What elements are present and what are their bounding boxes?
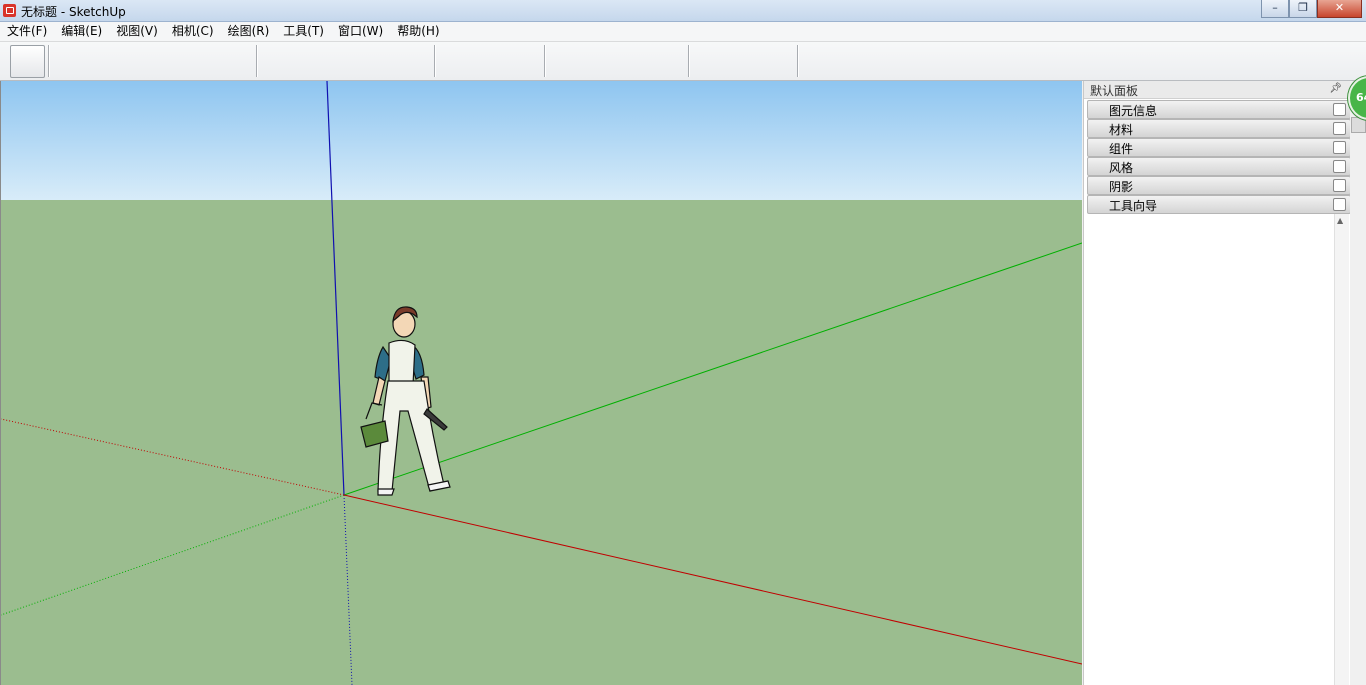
tray-section-label: 风格 — [1109, 161, 1134, 175]
ground-plane — [1, 200, 1082, 685]
menu-file[interactable]: 文件(F) — [0, 22, 54, 41]
badge-text: 64 — [1356, 91, 1366, 104]
menu-help[interactable]: 帮助(H) — [390, 22, 446, 41]
tray-scrollbar[interactable]: ▲ — [1334, 214, 1349, 685]
toolbar-select-button[interactable] — [10, 45, 45, 78]
window-controls: – ❐ ✕ — [1261, 0, 1362, 18]
toolbar-separator — [48, 45, 49, 77]
tray-section-shadows[interactable]: 阴影 — [1087, 176, 1351, 195]
menu-edit[interactable]: 编辑(E) — [54, 22, 109, 41]
tray-section-toggle[interactable] — [1333, 160, 1346, 173]
close-icon: ✕ — [1334, 1, 1345, 14]
toolbar-separator — [688, 45, 689, 77]
tray-section-instructor[interactable]: 工具向导 — [1087, 195, 1351, 214]
minimize-button[interactable]: – — [1261, 0, 1289, 18]
maximize-icon: ❐ — [1298, 1, 1308, 14]
maximize-button[interactable]: ❐ — [1289, 0, 1317, 18]
tray-section-styles[interactable]: 风格 — [1087, 157, 1351, 176]
minimize-icon: – — [1272, 1, 1278, 14]
tray-section-entity-info[interactable]: 图元信息 — [1087, 100, 1351, 119]
tray-section-toggle[interactable] — [1333, 198, 1346, 211]
close-button[interactable]: ✕ — [1317, 0, 1362, 18]
tray-section-materials[interactable]: 材料 — [1087, 119, 1351, 138]
tray-section-label: 材料 — [1109, 123, 1134, 137]
tray-section-toggle[interactable] — [1333, 103, 1346, 116]
menu-view[interactable]: 视图(V) — [109, 22, 165, 41]
title-bar: 无标题 - SketchUp – ❐ ✕ — [0, 0, 1366, 22]
sketchup-logo-icon[interactable] — [3, 4, 16, 17]
tray-title: 默认面板 — [1090, 84, 1139, 98]
menu-tools[interactable]: 工具(T) — [276, 22, 331, 41]
window-title: 无标题 - SketchUp — [21, 5, 126, 19]
tray-section-label: 阴影 — [1109, 180, 1134, 194]
toolbar-separator — [797, 45, 798, 77]
window-scrollbar[interactable] — [1350, 81, 1366, 685]
tray-section-label: 组件 — [1109, 142, 1134, 156]
pin-icon[interactable]: 📌︎ — [1329, 83, 1342, 94]
menu-window[interactable]: 窗口(W) — [331, 22, 390, 41]
drawing-viewport[interactable] — [0, 81, 1082, 685]
toolbar-separator — [434, 45, 435, 77]
tray-section-components[interactable]: 组件 — [1087, 138, 1351, 157]
tray-section-toggle[interactable] — [1333, 179, 1346, 192]
menu-draw[interactable]: 绘图(R) — [221, 22, 277, 41]
menu-camera[interactable]: 相机(C) — [165, 22, 221, 41]
tray-header: 默认面板 📌︎ — [1084, 81, 1350, 99]
menu-bar: 文件(F) 编辑(E) 视图(V) 相机(C) 绘图(R) 工具(T) 窗口(W… — [0, 22, 1366, 42]
default-tray: 默认面板 📌︎ 图元信息 材料 组件 风格 阴影 工具向导 ▲ — [1083, 81, 1366, 685]
sky — [1, 81, 1082, 200]
tray-section-label: 图元信息 — [1109, 104, 1158, 118]
tray-section-label: 工具向导 — [1109, 199, 1158, 213]
toolbar-separator — [544, 45, 545, 77]
tray-section-toggle[interactable] — [1333, 122, 1346, 135]
toolbar — [0, 42, 1366, 81]
toolbar-separator — [256, 45, 257, 77]
tray-section-toggle[interactable] — [1333, 141, 1346, 154]
scene-canvas[interactable] — [1, 81, 1082, 685]
chevron-up-icon[interactable]: ▲ — [1337, 216, 1343, 225]
